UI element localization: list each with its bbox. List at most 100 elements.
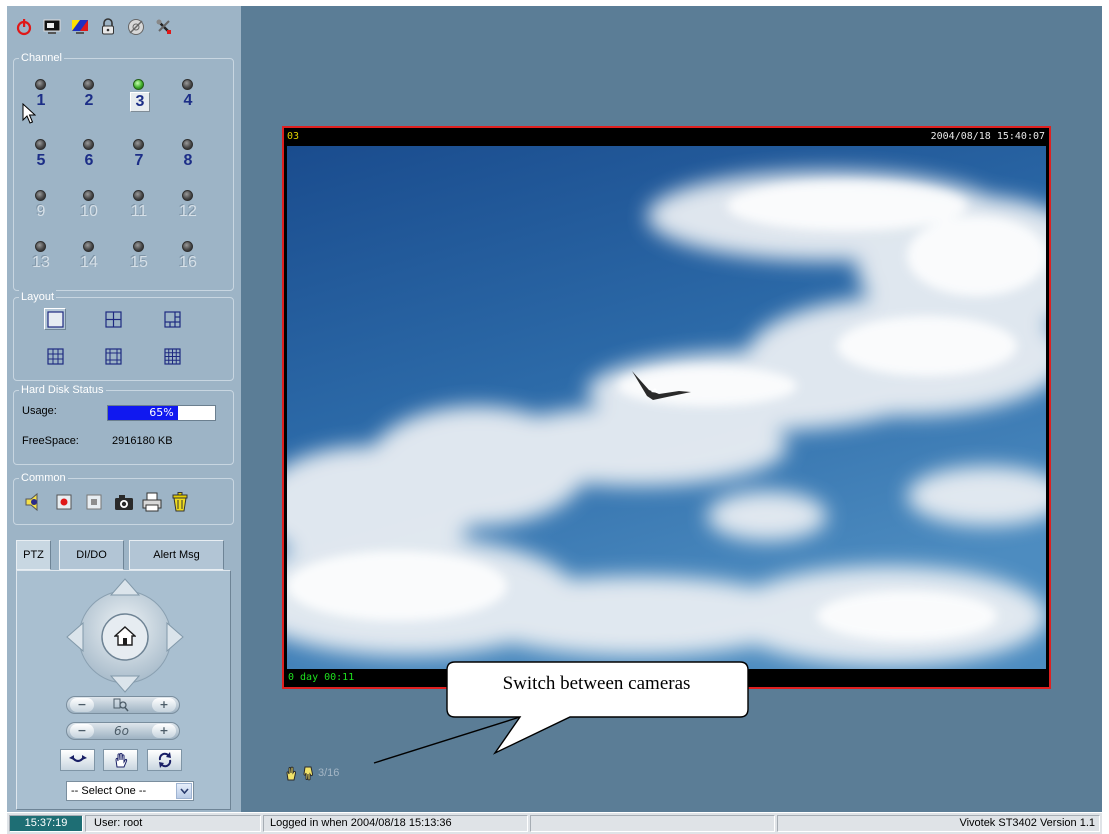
channel-6-button[interactable]: 6 [70, 139, 110, 179]
print-icon[interactable] [140, 490, 164, 514]
zoom-control: − + [66, 696, 180, 714]
channel-number: 4 [183, 92, 193, 109]
color-display-icon[interactable] [69, 16, 91, 38]
status-bar: 15:37:19 User: root Logged in when 2004/… [7, 812, 1102, 834]
channel-status-led-icon [83, 241, 94, 252]
focus-out-button[interactable]: − [70, 724, 94, 738]
power-icon[interactable] [13, 16, 35, 38]
channel-3-button[interactable]: 3 [120, 79, 160, 119]
camera-index: 3/16 [318, 767, 340, 779]
zoom-out-button[interactable]: − [70, 698, 94, 712]
channel-number: 13 [32, 254, 50, 271]
channel-status-led-icon [182, 79, 193, 90]
usage-label: Usage: [22, 405, 57, 417]
video-viewport[interactable]: 03 2004/08/18 15:40:07 0 day 00:11 [282, 126, 1051, 689]
layout-group: Layout [13, 290, 234, 381]
channel-16-button: 16 [169, 241, 209, 281]
tab-di-do[interactable]: DI/DO [59, 540, 124, 570]
channel-number: 9 [36, 203, 46, 220]
zoom-magnifier-icon [113, 698, 129, 712]
video-header: 03 2004/08/18 15:40:07 [284, 128, 1049, 146]
tab-ptz[interactable]: PTZ [16, 540, 51, 570]
channel-number: 11 [130, 203, 148, 220]
tab-strip: PTZ DI/DO Alert Msg [16, 540, 231, 570]
channel-status-led-icon [35, 139, 46, 150]
control-panel: Channel 1 2 3 4 5 6 7 8 9 10 11 12 13 14 15 16 Layout [7, 6, 241, 812]
channel-status-led-icon [35, 241, 46, 252]
channel-15-button: 15 [120, 241, 160, 281]
app-window: Channel 1 2 3 4 5 6 7 8 9 10 11 12 13 14 15 16 Layout [7, 6, 1102, 834]
chevron-down-icon[interactable] [176, 783, 192, 799]
speaker-icon[interactable] [22, 490, 46, 514]
hard-disk-group: Hard Disk Status Usage: 65% FreeSpace: 2… [13, 383, 234, 465]
channel-status-led-icon [182, 190, 193, 201]
zoom-in-button[interactable]: + [152, 698, 176, 712]
channel-4-button[interactable]: 4 [169, 79, 209, 119]
channel-status-led-icon [182, 139, 193, 150]
single-view-icon[interactable] [44, 308, 66, 330]
channel-7-button[interactable]: 7 [120, 139, 160, 179]
pan-right-icon[interactable] [166, 622, 184, 652]
channel-status-led-icon [182, 241, 193, 252]
channel-number: 16 [179, 254, 197, 271]
camera-feed-image [287, 146, 1046, 669]
pan-down-icon[interactable] [110, 675, 140, 693]
channel-14-button: 14 [70, 241, 110, 281]
preset-select[interactable]: -- Select One -- [66, 781, 194, 801]
preset-select-value: -- Select One -- [71, 785, 147, 797]
channel-status-led-icon [35, 79, 46, 90]
channel-status-led-icon [83, 139, 94, 150]
status-empty-pane [530, 815, 775, 832]
patrol-cycle-icon [158, 752, 171, 768]
next-camera-icon[interactable] [300, 765, 316, 781]
patrol-button[interactable] [147, 749, 182, 771]
channel-status-led-icon [133, 241, 144, 252]
lock-icon[interactable] [97, 16, 119, 38]
video-channel-label: 03 [287, 131, 300, 142]
status-version: Vivotek ST3402 Version 1.1 [777, 815, 1100, 832]
channel-status-led-icon [83, 79, 94, 90]
channel-9-button: 9 [22, 190, 62, 230]
pan-up-icon[interactable] [110, 578, 140, 596]
pan-left-icon[interactable] [66, 622, 84, 652]
camera-snapshot-icon[interactable] [112, 490, 136, 514]
six-view-icon[interactable] [161, 308, 183, 330]
tools-icon[interactable] [153, 16, 175, 38]
channel-number: 5 [36, 152, 46, 169]
channel-8-button[interactable]: 8 [169, 139, 209, 179]
channel-11-button: 11 [120, 190, 160, 230]
channel-number: 7 [134, 152, 144, 169]
manual-pan-button[interactable] [103, 749, 138, 771]
channel-12-button: 12 [169, 190, 209, 230]
tab-alert-msg[interactable]: Alert Msg [129, 540, 224, 570]
quad-view-icon[interactable] [102, 308, 124, 330]
stop-record-icon[interactable] [82, 490, 106, 514]
common-toolbar [22, 490, 222, 514]
record-icon[interactable] [52, 490, 76, 514]
sixteen-view-icon[interactable] [161, 345, 183, 367]
hard-disk-group-title: Hard Disk Status [19, 383, 106, 397]
settings-disc-icon[interactable] [125, 16, 147, 38]
nine-view-icon[interactable] [44, 345, 66, 367]
auto-pan-button[interactable] [60, 749, 95, 771]
display-icon[interactable] [41, 16, 63, 38]
status-user: User: root [85, 815, 261, 832]
trash-icon[interactable] [168, 490, 192, 514]
ten-view-icon[interactable] [102, 345, 124, 367]
callout-annotation: Switch between cameras [373, 661, 749, 764]
auto-pan-icon [68, 755, 87, 763]
layout-group-title: Layout [19, 290, 57, 304]
previous-camera-icon[interactable] [283, 765, 299, 781]
channel-13-button: 13 [22, 241, 62, 281]
channel-status-led-icon [35, 190, 46, 201]
channel-number: 6 [84, 152, 94, 169]
focus-in-button[interactable]: + [152, 724, 176, 738]
home-icon[interactable] [114, 626, 136, 646]
channel-number: 15 [130, 254, 148, 271]
channel-5-button[interactable]: 5 [22, 139, 62, 179]
channel-number: 8 [183, 152, 193, 169]
channel-status-led-icon [133, 190, 144, 201]
channel-group: Channel 1 2 3 4 5 6 7 8 9 10 11 12 13 14 15 16 [13, 51, 234, 291]
channel-status-led-icon [133, 79, 144, 90]
channel-2-button[interactable]: 2 [70, 79, 110, 119]
